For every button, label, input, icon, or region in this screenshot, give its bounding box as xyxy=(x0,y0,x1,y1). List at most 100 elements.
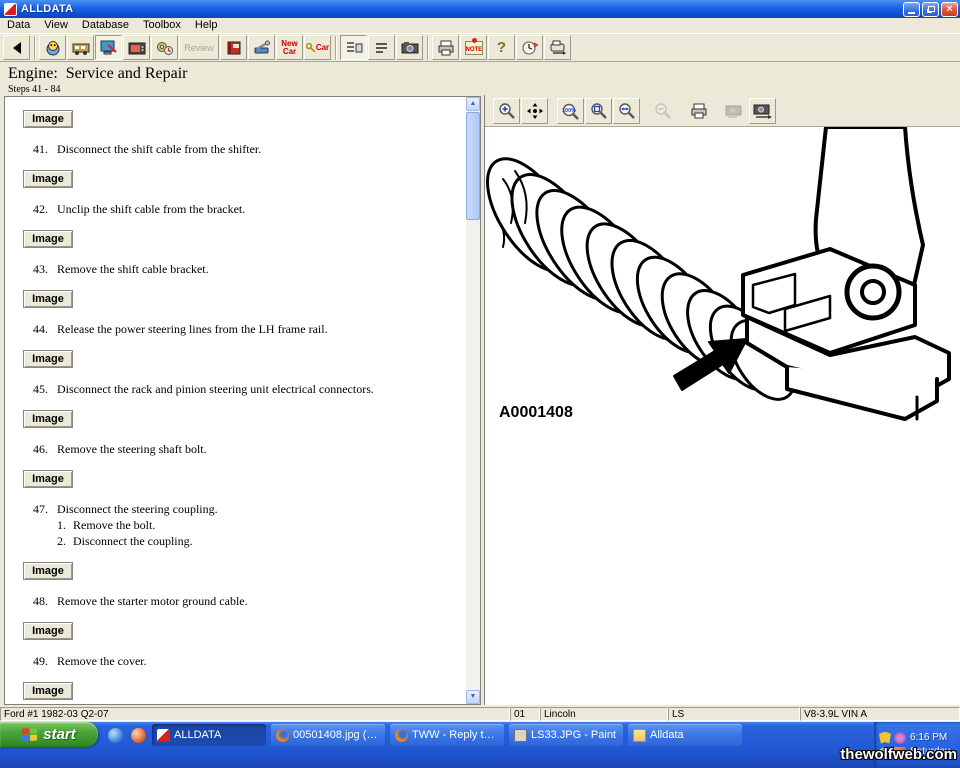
note-icon: NOTE xyxy=(465,41,483,55)
image-button[interactable]: Image xyxy=(23,410,73,428)
zoom-100-button[interactable]: 100% xyxy=(557,98,584,124)
scroll-up-arrow[interactable]: ▲ xyxy=(466,97,480,111)
back-button[interactable] xyxy=(3,35,30,60)
start-button[interactable]: start xyxy=(0,722,98,747)
minimize-button[interactable] xyxy=(903,2,920,17)
gears-clock-button[interactable] xyxy=(151,35,178,60)
page-title: Engine: Service and Repair xyxy=(8,65,960,83)
restore-button[interactable] xyxy=(922,2,939,17)
image-button[interactable]: Image xyxy=(23,562,73,580)
image-display-area[interactable]: A0001408 xyxy=(485,126,960,705)
pan-button[interactable] xyxy=(521,98,548,124)
zoom-width-icon xyxy=(618,102,636,120)
step-text: 42.Unclip the shift cable from the brack… xyxy=(33,202,465,217)
steps-panel: Image 41.Disconnect the shift cable from… xyxy=(4,96,481,705)
step-text: 48.Remove the starter motor ground cable… xyxy=(33,594,465,609)
zoom-in-button[interactable] xyxy=(493,98,520,124)
image-button[interactable]: Image xyxy=(23,230,73,248)
note-label: NOTE xyxy=(466,47,483,53)
zoom-100-icon: 100% xyxy=(561,102,581,120)
new-car-button[interactable]: New Car xyxy=(276,35,303,60)
image-button[interactable]: Image xyxy=(23,290,73,308)
paint-task-icon xyxy=(514,729,527,742)
step-text: 41.Disconnect the shift cable from the s… xyxy=(33,142,465,157)
taskbar-item-alldata[interactable]: ALLDATA xyxy=(152,724,266,746)
main-toolbar: Review New Car Car xyxy=(0,33,960,62)
menu-data[interactable]: Data xyxy=(0,18,37,33)
step-text: 47.Disconnect the steering coupling. xyxy=(33,502,465,517)
image-button[interactable]: Image xyxy=(23,350,73,368)
image-button[interactable]: Image xyxy=(23,110,73,128)
new-car-label-bottom: Car xyxy=(283,47,296,56)
history-button[interactable] xyxy=(516,35,543,60)
close-button[interactable]: × xyxy=(941,2,958,17)
diagnostics-computer-icon xyxy=(100,40,118,56)
car-key-icon xyxy=(306,43,316,53)
firefox-task-icon xyxy=(276,729,289,742)
scrollbar-thumb[interactable] xyxy=(466,112,480,220)
close-icon: × xyxy=(946,4,952,15)
menu-toolbox[interactable]: Toolbox xyxy=(136,18,188,33)
taskbar-item-paint[interactable]: LS33.JPG - Paint xyxy=(509,724,623,746)
status-vehicle: Ford #1 1982-03 Q2-07 xyxy=(0,707,510,721)
copy-image-button xyxy=(721,98,748,124)
messenger-icon[interactable] xyxy=(894,732,906,744)
pan-icon xyxy=(526,102,544,120)
toolbar-separator xyxy=(427,36,429,60)
substep-text: 1.Remove the bolt. xyxy=(57,518,465,533)
scroll-down-arrow[interactable]: ▼ xyxy=(466,690,480,704)
step-text: 44.Release the power steering lines from… xyxy=(33,322,465,337)
alldata-app-icon xyxy=(4,3,17,16)
vertical-scrollbar[interactable]: ▲ ▼ xyxy=(466,97,480,704)
zoom-fit-button[interactable] xyxy=(585,98,612,124)
menu-help[interactable]: Help xyxy=(188,18,225,33)
menu-view[interactable]: View xyxy=(37,18,75,33)
firefox-task-icon xyxy=(395,729,408,742)
menu-database[interactable]: Database xyxy=(75,18,136,33)
vehicle-lookup-button[interactable] xyxy=(39,35,66,60)
note-button[interactable]: NOTE xyxy=(460,35,487,60)
image-toolbar: 100% xyxy=(485,95,960,126)
text-only-list-button[interactable] xyxy=(368,35,395,60)
fax-print-button[interactable] xyxy=(544,35,571,60)
shield-icon[interactable] xyxy=(879,732,891,744)
tools-button[interactable] xyxy=(248,35,275,60)
taskbar-item-jpeg[interactable]: 00501408.jpg (JPEG ... xyxy=(271,724,385,746)
zoom-width-button[interactable] xyxy=(613,98,640,124)
image-button[interactable]: Image xyxy=(23,682,73,700)
dialup-icon[interactable] xyxy=(108,728,123,743)
parts-truck-button[interactable] xyxy=(67,35,94,60)
image-button[interactable]: Image xyxy=(23,622,73,640)
camera-button[interactable] xyxy=(396,35,423,60)
print-image-button[interactable] xyxy=(685,98,712,124)
list-with-images-button[interactable] xyxy=(340,35,367,60)
status-code: 01 xyxy=(510,707,540,721)
image-viewer-panel: 100% xyxy=(484,95,960,705)
print-button[interactable] xyxy=(432,35,459,60)
restore-icon xyxy=(928,6,935,12)
tv-monitor-button[interactable] xyxy=(123,35,150,60)
taskbar-item-folder[interactable]: Alldata xyxy=(628,724,742,746)
repair-book-icon xyxy=(225,40,243,56)
diagnostics-computer-button[interactable] xyxy=(95,35,122,60)
car-key-button[interactable]: Car xyxy=(304,35,331,60)
image-button[interactable]: Image xyxy=(23,470,73,488)
taskbar-item-tww[interactable]: TWW - Reply to Topic... xyxy=(390,724,504,746)
review-button: Review xyxy=(179,35,219,60)
steps-content: Image 41.Disconnect the shift cable from… xyxy=(5,97,465,705)
image-button[interactable]: Image xyxy=(23,170,73,188)
camera-icon xyxy=(401,40,419,56)
zoom-out-button xyxy=(649,98,676,124)
minimize-icon xyxy=(908,12,915,14)
step-text: 49.Remove the cover. xyxy=(33,654,465,669)
download-icon[interactable] xyxy=(131,728,146,743)
gears-clock-icon xyxy=(156,40,174,56)
menu-bar: Data View Database Toolbox Help xyxy=(0,18,960,33)
repair-book-button[interactable] xyxy=(220,35,247,60)
export-image-button[interactable] xyxy=(749,98,776,124)
taskbar-items: ALLDATA 00501408.jpg (JPEG ... TWW - Rep… xyxy=(152,724,742,746)
toolbar-separator xyxy=(335,36,337,60)
status-bar: Ford #1 1982-03 Q2-07 01 Lincoln LS V8-3… xyxy=(0,706,960,722)
tools-icon xyxy=(253,40,271,56)
help-button[interactable]: ? xyxy=(488,35,515,60)
